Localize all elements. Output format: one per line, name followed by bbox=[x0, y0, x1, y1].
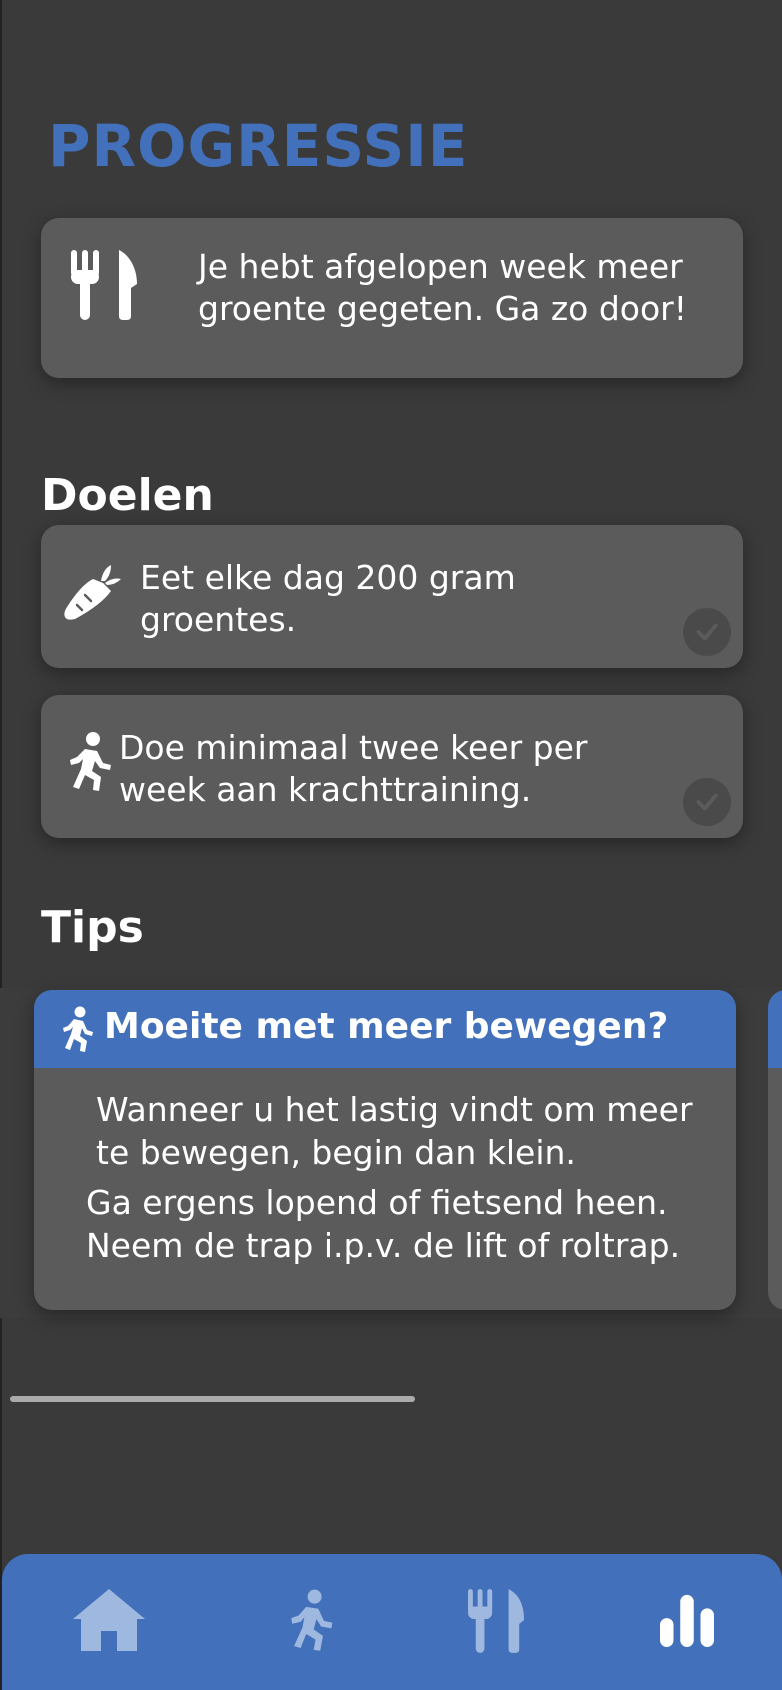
carrot-icon bbox=[61, 563, 121, 623]
nav-nutrition-button[interactable] bbox=[452, 1582, 542, 1662]
check-icon[interactable] bbox=[683, 778, 731, 826]
running-person-icon bbox=[281, 1588, 337, 1656]
next-tip-header bbox=[768, 990, 782, 1068]
bottom-navigation bbox=[2, 1554, 782, 1690]
running-person-icon bbox=[59, 731, 119, 791]
home-icon bbox=[71, 1587, 147, 1657]
tip-paragraph: Wanneer u het lastig vindt om meer te be… bbox=[96, 1090, 693, 1172]
progress-card: Je hebt afgelopen week meer groente gege… bbox=[41, 218, 743, 378]
tip-paragraph: Ga ergens lopend of fietsend heen. Neem … bbox=[86, 1183, 681, 1265]
tips-heading: Tips bbox=[41, 902, 144, 953]
nav-progress-button[interactable] bbox=[642, 1582, 732, 1662]
goal-item[interactable]: Eet elke dag 200 gram groentes. bbox=[41, 525, 743, 668]
tip-title: Moeite met meer bewegen? bbox=[104, 1006, 669, 1047]
progress-message: Je hebt afgelopen week meer groente gege… bbox=[198, 247, 687, 328]
bar-chart-icon bbox=[658, 1593, 716, 1651]
page-title: PROGRESSIE bbox=[48, 112, 469, 180]
goal-item[interactable]: Doe minimaal twee keer per week aan krac… bbox=[41, 695, 743, 838]
tip-card[interactable]: Moeite met meer bewegen? Wanneer u het l… bbox=[34, 990, 736, 1310]
goals-heading: Doelen bbox=[41, 470, 214, 521]
goal-text: Doe minimaal twee keer per week aan krac… bbox=[119, 728, 588, 809]
check-icon[interactable] bbox=[683, 608, 731, 656]
tip-header: Moeite met meer bewegen? bbox=[34, 990, 736, 1068]
walking-person-icon bbox=[56, 1006, 100, 1052]
cutlery-icon bbox=[468, 1587, 526, 1657]
goal-text: Eet elke dag 200 gram groentes. bbox=[140, 558, 516, 639]
next-tip-card[interactable] bbox=[768, 990, 782, 1310]
carousel-scrollbar[interactable] bbox=[10, 1396, 415, 1402]
cutlery-icon bbox=[71, 248, 141, 320]
nav-home-button[interactable] bbox=[64, 1582, 154, 1662]
nav-exercise-button[interactable] bbox=[264, 1582, 354, 1662]
